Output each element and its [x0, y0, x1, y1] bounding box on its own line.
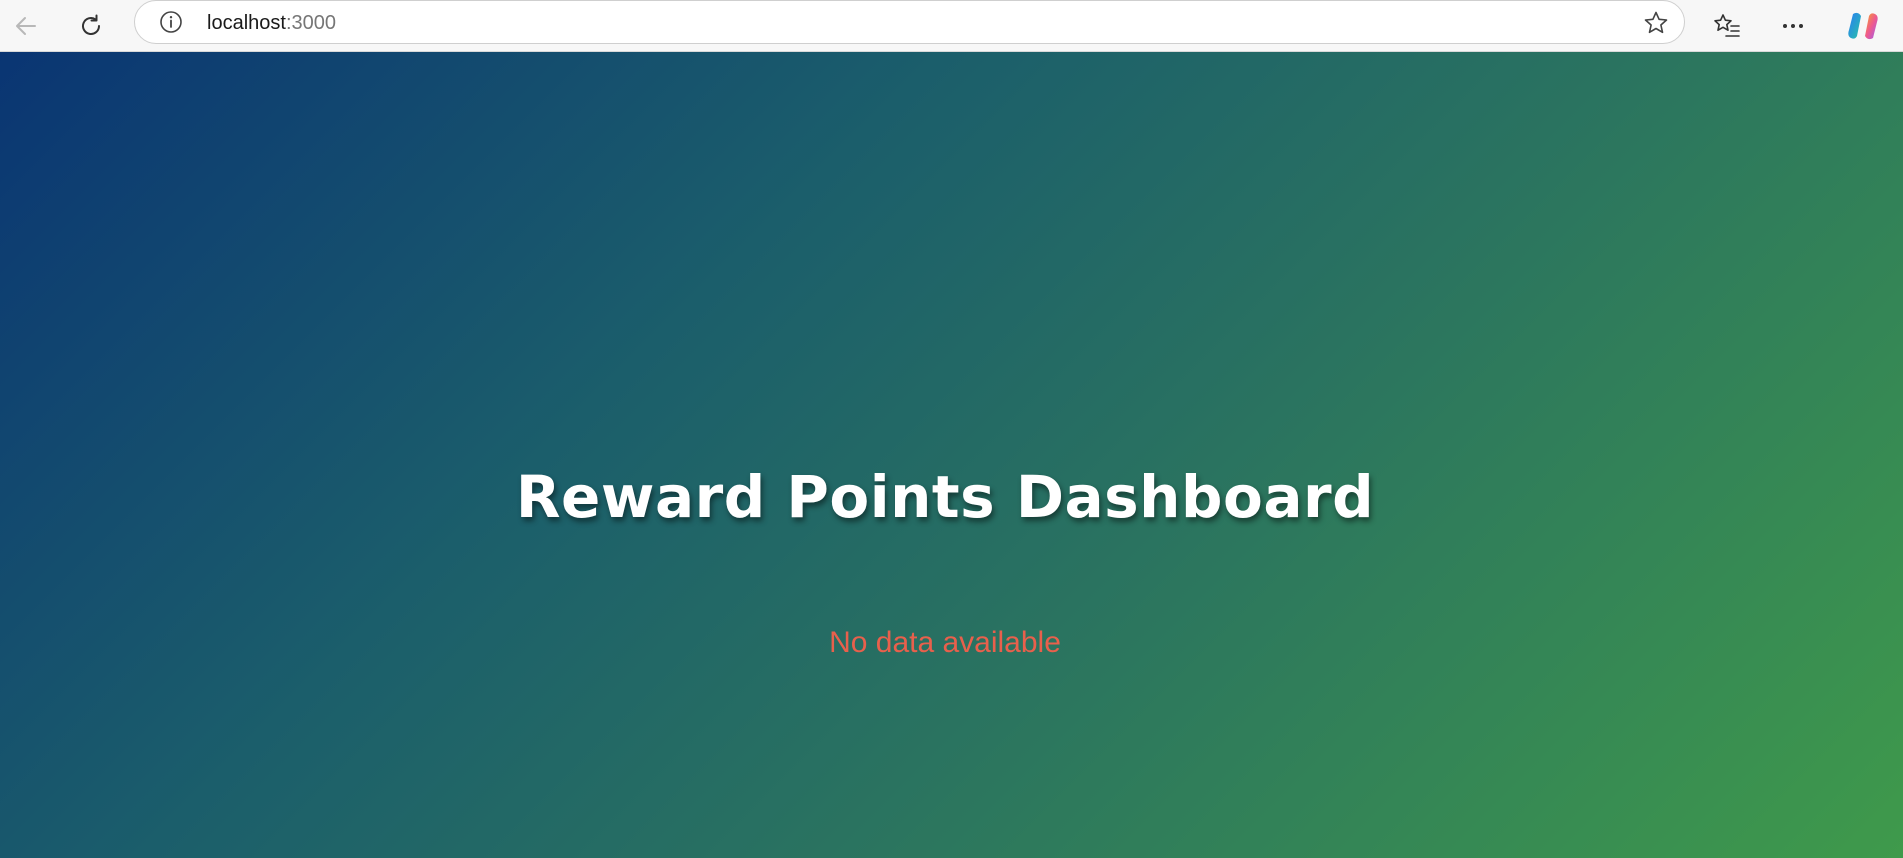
address-bar[interactable]: localhost:3000: [134, 0, 1685, 44]
url-port: :3000: [285, 12, 336, 34]
back-button[interactable]: [6, 6, 46, 46]
star-icon[interactable]: [1642, 9, 1670, 37]
reload-icon: [82, 14, 100, 35]
browser-toolbar: localhost:3000: [0, 0, 1903, 52]
info-icon[interactable]: [159, 10, 183, 34]
arrow-left-icon: [16, 17, 36, 35]
dashboard-page: Reward Points Dashboard No data availabl…: [0, 52, 1903, 858]
page-title: Reward Points Dashboard: [515, 463, 1375, 531]
copilot-button[interactable]: [1843, 6, 1883, 46]
url-text[interactable]: localhost:3000: [207, 11, 336, 35]
favorites-button[interactable]: [1707, 6, 1747, 46]
favorites-list-icon: [1714, 14, 1740, 37]
reload-button[interactable]: [71, 6, 111, 46]
url-host: localhost: [207, 12, 286, 34]
copilot-icon: [1848, 12, 1878, 40]
more-dots-icon: [1783, 24, 1803, 28]
no-data-message: No data available: [829, 626, 1061, 659]
more-button[interactable]: [1773, 6, 1813, 46]
